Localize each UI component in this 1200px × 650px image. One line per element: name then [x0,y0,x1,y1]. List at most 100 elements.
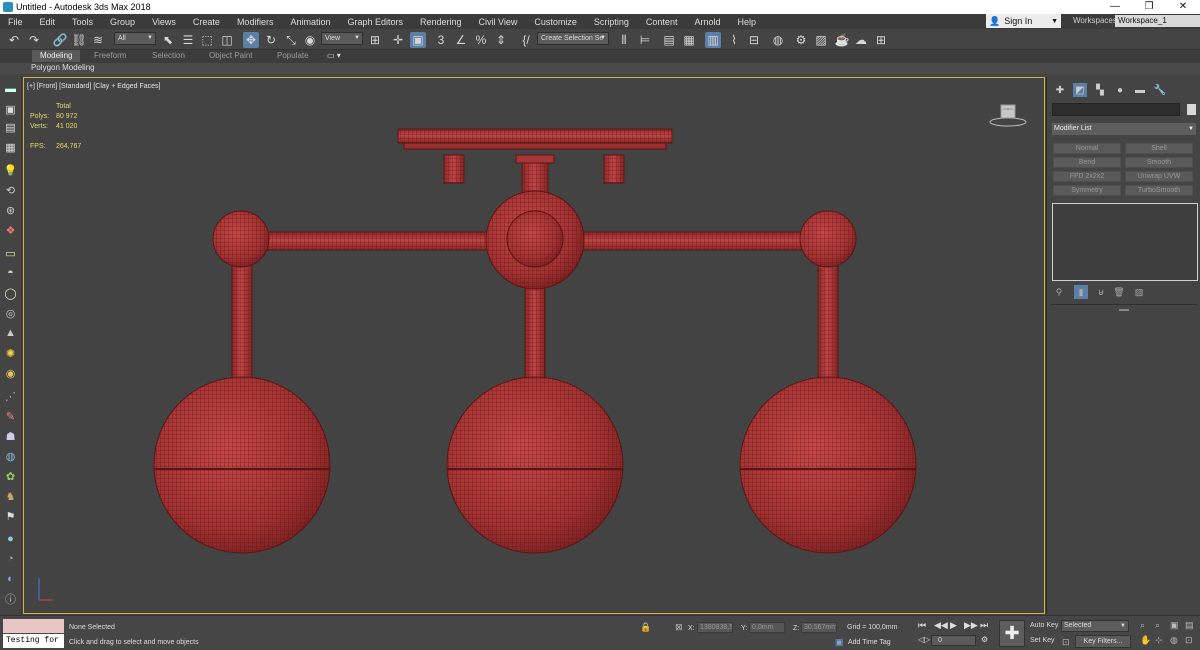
teapot-icon[interactable]: ◔ [3,552,18,566]
select-object-icon[interactable]: ⬉ [160,32,176,48]
modifier-button-shell[interactable]: Shell [1125,143,1193,154]
named-selection-sets-dropdown[interactable]: Create Selection Se ▼ [537,32,609,45]
bind-space-warp-icon[interactable]: ≋ [90,32,106,48]
menu-animation[interactable]: Animation [282,17,339,27]
close-button[interactable]: ✕ [1166,0,1200,14]
next-frame-icon[interactable]: ▶▶ [964,620,978,631]
zoom-icon[interactable]: ⌕ [1140,620,1145,631]
modifier-stack[interactable] [1052,203,1198,281]
menu-customize[interactable]: Customize [526,17,586,27]
rectangular-selection-icon[interactable]: ⬚ [199,32,215,48]
biped-icon[interactable]: ☗ [3,429,18,443]
set-key-button[interactable]: Set Key [1027,635,1058,647]
light-icon[interactable]: 💡 [3,163,18,177]
absolute-transform-icon[interactable]: ⊠ [675,622,683,633]
edit-named-selection-icon[interactable]: {/ [518,32,534,48]
curve-editor-icon[interactable]: ⌇ [726,32,742,48]
select-by-name-icon[interactable]: ☰ [180,32,196,48]
modifier-button-symmetry[interactable]: Symmetry [1053,185,1121,196]
dome-icon[interactable]: ◓ [3,266,18,280]
render-production-icon[interactable]: ☕ [834,32,850,48]
menu-views[interactable]: Views [144,17,185,27]
select-instances-icon[interactable]: ❖ [3,223,18,237]
select-and-scale-icon[interactable]: ⤡ [283,32,299,48]
menu-rendering[interactable]: Rendering [412,17,471,27]
time-tag-icon[interactable]: ▣ [835,637,844,648]
maxscript-mini-listener[interactable]: Testing for [3,634,64,648]
viewcube-icon[interactable] [988,102,1028,128]
crowd-icon[interactable]: ♞ [3,489,18,503]
menu-content[interactable]: Content [638,17,687,27]
modifier-button-turbosmooth[interactable]: TurboSmooth [1125,185,1193,196]
polygon-modeling-panel[interactable]: Polygon Modeling [31,63,95,72]
toggle-icon[interactable]: ◐ [3,572,18,586]
remove-modifier-icon[interactable]: 🗑 [1112,285,1126,299]
sphere-icon[interactable]: ● [3,532,18,546]
menu-scripting[interactable]: Scripting [586,17,638,27]
menu-file[interactable]: File [0,17,32,27]
tab-populate[interactable]: Populate [277,51,309,60]
display-tab-icon[interactable]: ▬ [1133,83,1147,97]
utilities-tab-icon[interactable]: 🔧 [1153,83,1167,97]
select-similar-icon[interactable]: ⊛ [3,203,18,217]
plane-icon[interactable]: ▭ [3,246,18,260]
object-color-swatch[interactable] [1187,104,1196,115]
manipulate-icon[interactable]: ✛ [390,32,406,48]
set-key-icon[interactable]: ✚ [999,620,1025,647]
motion-tab-icon[interactable]: ● [1113,83,1127,97]
menu-group[interactable]: Group [102,17,144,27]
menu-modifiers[interactable]: Modifiers [229,17,283,27]
mirror-icon[interactable]: ⫴ [616,32,632,48]
menu-create[interactable]: Create [185,17,229,27]
sky-light-icon[interactable]: ◉ [3,366,18,380]
percent-snap-icon[interactable]: % [473,32,489,48]
play-icon[interactable]: ▶ [950,620,957,631]
object-name-field[interactable] [1052,103,1180,116]
select-and-rotate-icon[interactable]: ↻ [263,32,279,48]
keyboard-shortcut-override-icon[interactable]: ▣ [410,32,426,48]
modifier-button-ffd[interactable]: FFD 2x2x2 [1053,171,1121,182]
time-configuration-icon[interactable]: ⚙ [981,635,988,644]
sun-light-icon[interactable]: ✺ [3,346,18,360]
add-time-tag[interactable]: Add Time Tag [848,639,891,646]
menu-civil-view[interactable]: Civil View [471,17,527,27]
tab-selection[interactable]: Selection [152,51,185,60]
toggle-layer-explorer-icon[interactable]: ▦ [681,32,697,48]
hierarchy-tab-icon[interactable]: ▚ [1093,83,1107,97]
maximize-viewport-icon[interactable]: ⊡ [1185,635,1193,646]
auto-key-button[interactable]: Auto Key [1027,620,1061,632]
rendered-frame-window-icon[interactable]: ▨ [813,32,829,48]
viewport-label[interactable]: [+] [Front] [Standard] [Clay + Edged Fac… [27,83,160,90]
modifier-button-unwrap-uvw[interactable]: Unwrap UVW [1125,171,1193,182]
field-of-view-icon[interactable]: ✋ [1140,635,1151,646]
grid-icon[interactable]: ⋰ [3,389,18,403]
key-selection-dropdown[interactable]: Selected ▼ [1061,620,1129,632]
modify-tab-icon[interactable]: ◩ [1073,83,1087,97]
toggle-scene-explorer-icon[interactable]: ▤ [661,32,677,48]
sign-in-button[interactable]: 👤 Sign In ▼ [986,14,1061,28]
pan-view-icon[interactable]: ⊹ [1155,635,1163,646]
plant-icon[interactable]: ✿ [3,469,18,483]
render-setup-icon[interactable]: ⚙ [793,32,809,48]
create-icon[interactable]: ▣ [3,102,18,116]
globe-icon[interactable]: ◍ [3,449,18,463]
undo-icon[interactable]: ↶ [6,32,22,48]
cylinder-icon[interactable]: ◎ [3,306,18,320]
toggle-ribbon-icon[interactable]: ▥ [705,32,721,48]
tab-freeform[interactable]: Freeform [94,51,126,60]
go-to-start-icon[interactable]: ⏮ [918,620,926,631]
front-viewport[interactable]: [+] [Front] [Standard] [Clay + Edged Fac… [23,77,1045,614]
reference-coordinate-dropdown[interactable]: View ▼ [321,32,363,45]
modifier-list-dropdown[interactable]: Modifier List ▼ [1052,123,1196,135]
help-icon[interactable]: ⓘ [3,592,18,606]
modifier-button-normal[interactable]: Normal [1053,143,1121,154]
unlink-icon[interactable]: ⛓ [71,32,87,48]
viewport-layout-icon[interactable]: ▬ [3,82,18,96]
zoom-extents-all-icon[interactable]: ▤ [1185,620,1194,631]
selection-filter-dropdown[interactable]: All ▼ [114,32,156,45]
maxscript-listener-output[interactable] [3,619,64,633]
menu-arnold[interactable]: Arnold [686,17,729,27]
circle-icon[interactable]: ◯ [3,286,18,300]
y-coordinate-field[interactable]: 0,0mm [749,622,785,633]
lock-selection-icon[interactable]: 🔒 [640,622,651,633]
